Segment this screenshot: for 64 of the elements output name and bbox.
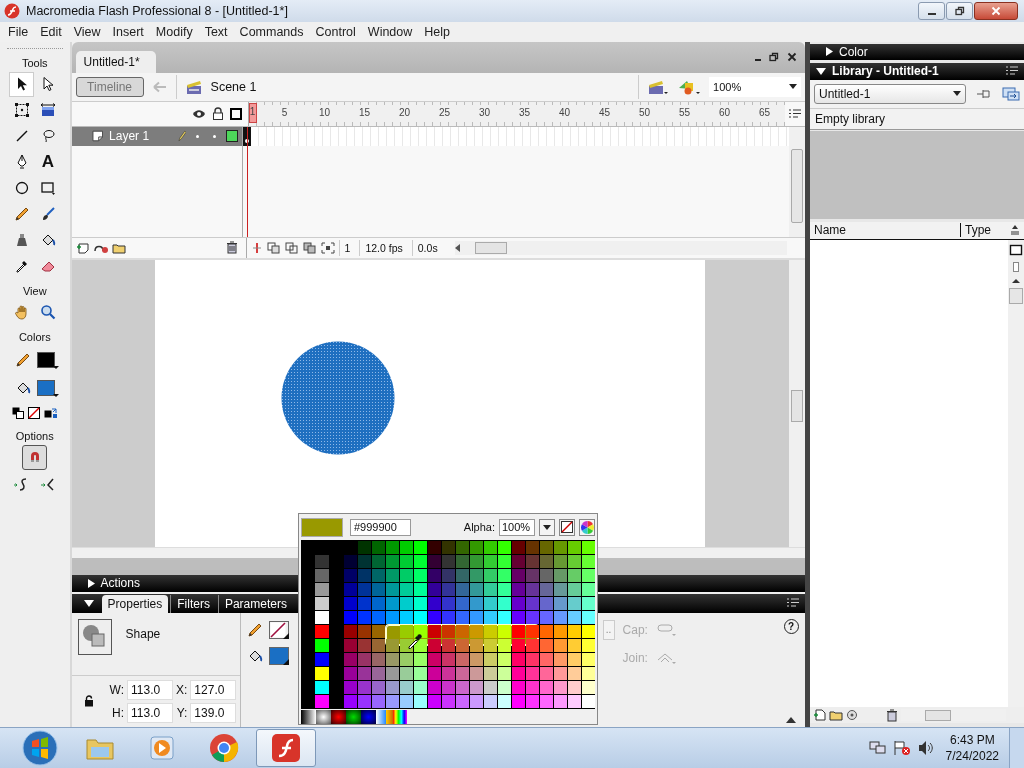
panel-tab[interactable]: Parameters <box>217 594 293 613</box>
cap-label: Cap: <box>622 622 648 637</box>
current-frame: 1 <box>338 239 356 256</box>
panel-heading: Tools <box>21 56 48 69</box>
clock-time[interactable]: 6:43 PM <box>949 732 995 748</box>
column-header[interactable]: Name <box>810 223 961 238</box>
more-button[interactable]: .. <box>602 619 615 640</box>
alpha-field[interactable]: 100% <box>499 518 535 536</box>
window-title: Macromedia Flash Professional 8 - [Untitled-1*] <box>26 4 288 18</box>
menu-item[interactable]: Control <box>309 24 362 39</box>
menu-item[interactable]: Help <box>418 24 456 39</box>
join-label: Join: <box>622 650 648 665</box>
elapsed-time: 0.0s <box>411 239 443 256</box>
frame-number: 65 <box>760 106 769 118</box>
library-panel-bar[interactable]: Library - Untitled-1 <box>810 62 1024 80</box>
frame-number: 35 <box>520 106 529 118</box>
field-label: X: <box>176 682 188 697</box>
library-status: Empty library <box>810 107 1024 130</box>
frame-number: 20 <box>400 106 409 118</box>
menu-item[interactable]: Insert <box>106 24 150 39</box>
field-label: W: <box>109 682 124 697</box>
panel-heading: Colors <box>18 330 51 343</box>
alpha-label: Alpha: <box>463 521 495 533</box>
frame-rate: 12.0 fps <box>359 239 408 256</box>
y-field[interactable]: 139.0 <box>190 702 237 723</box>
frame-ruler[interactable]: 1 5 10 15 20 25 30 35 40 45 50 55 60 65 <box>248 101 786 126</box>
field-label: H: <box>111 705 124 720</box>
frame-number: 60 <box>720 106 729 118</box>
frame-number: 25 <box>440 106 449 118</box>
menu-item[interactable]: View <box>67 24 107 39</box>
frame-number: 15 <box>360 106 369 118</box>
frame-number: 30 <box>480 106 489 118</box>
zoom-dropdown[interactable]: 100% <box>709 76 802 97</box>
panel-tab[interactable]: Filters <box>170 594 216 613</box>
menu-item[interactable]: Text <box>198 24 234 39</box>
color-panel-bar[interactable]: Color <box>810 43 1024 60</box>
frame-number: 10 <box>320 106 329 118</box>
clock-date[interactable]: 7/24/2022 <box>945 748 999 764</box>
menu-item[interactable]: Window <box>361 24 419 39</box>
tool-button[interactable]: A <box>35 149 61 175</box>
panel-tab[interactable]: Properties <box>101 594 169 613</box>
menu-item[interactable]: Modify <box>149 24 199 39</box>
layer-name: Layer 1 <box>109 129 151 144</box>
frame-number: 50 <box>640 106 649 118</box>
menu-item[interactable]: Commands <box>233 24 310 39</box>
playhead[interactable]: 1 <box>248 102 257 123</box>
frame-number: 55 <box>680 106 689 118</box>
field-label: Y: <box>176 705 188 720</box>
panel-heading: View <box>22 284 47 297</box>
selection-type: Shape <box>125 626 161 641</box>
height-field[interactable]: 113.0 <box>127 702 173 723</box>
library-dropdown[interactable]: Untitled-1 <box>814 83 966 104</box>
panel-heading: Options <box>15 429 54 442</box>
width-field[interactable]: 113.0 <box>127 679 173 700</box>
scene-label: Scene 1 <box>210 79 257 94</box>
frame-number: 5 <box>280 106 289 118</box>
document-tab[interactable]: Untitled-1* <box>75 50 156 73</box>
menu-item[interactable]: Edit <box>34 24 68 39</box>
frame-number: 40 <box>560 106 569 118</box>
menu-item[interactable]: File <box>2 24 35 39</box>
hex-field[interactable]: #999900 <box>350 518 411 536</box>
column-header[interactable]: Type <box>961 223 1007 238</box>
x-field[interactable]: 127.0 <box>190 679 237 700</box>
frame-number: 45 <box>600 106 609 118</box>
